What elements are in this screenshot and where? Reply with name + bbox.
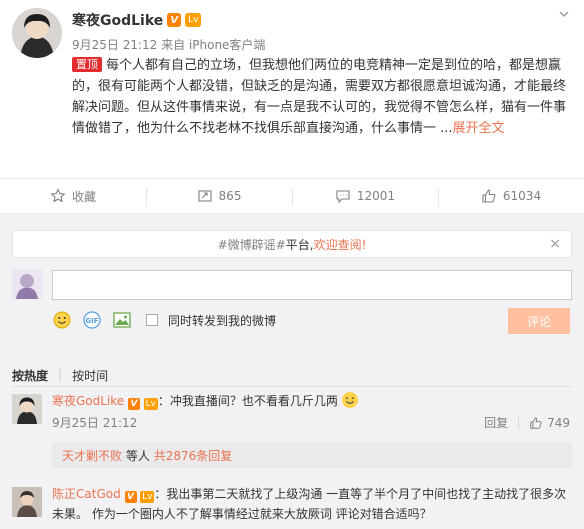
submit-comment-button[interactable]: 评论 [508, 308, 570, 334]
sort-by-time-tab[interactable]: 按时间 [72, 367, 108, 384]
my-avatar [12, 269, 42, 299]
comment-icon [336, 190, 350, 204]
favorite-label: 收藏 [71, 189, 96, 204]
level-badge: Lv [185, 13, 202, 27]
post-text: 置顶 每个人都有自己的立场，但我想他们两位的电竞精神一定是到位的哈，都是想赢的，很… [72, 55, 572, 139]
comment-sort: 按热度 | 按时间 [12, 367, 108, 384]
like-button[interactable]: 61034 [438, 179, 584, 213]
repost-icon [197, 190, 212, 202]
thumbs-up-icon [530, 416, 542, 429]
reply-count-link[interactable]: 共2876条回复 [154, 447, 233, 464]
pinned-tag: 置顶 [72, 57, 102, 72]
like-count: 61034 [502, 189, 542, 203]
reply-preview[interactable]: 天才剿不败 等人 共2876条回复 [52, 442, 572, 468]
star-icon [50, 188, 66, 203]
comment-button[interactable]: 12001 [292, 179, 438, 213]
emoji-icon[interactable] [52, 310, 72, 330]
verified-badge: V [167, 13, 182, 27]
smile-emoji-icon [341, 392, 358, 408]
verified-badge: V [128, 398, 141, 410]
action-separator [518, 416, 520, 429]
sort-by-hot-tab[interactable]: 按热度 [12, 367, 48, 384]
post-meta: 9月25日 21:12 来自 iPhone客户端 [72, 38, 266, 52]
author-row: 寒夜GodLike V Lv [72, 10, 202, 30]
thumbs-up-icon [482, 189, 496, 203]
rumor-notice: #微博辟谣# 平台, 欢迎查阅! × [12, 230, 572, 258]
reply-button[interactable]: 回复 [484, 414, 508, 431]
author-avatar[interactable] [12, 8, 62, 58]
pin-label: 置顶 [76, 58, 98, 71]
favorite-button[interactable]: 收藏 [0, 179, 146, 213]
also-repost-label: 同时转发到我的微博 [168, 313, 277, 328]
sort-separator: | [58, 367, 63, 381]
notice-tag-topic[interactable]: #微博辟谣# [218, 236, 286, 253]
comment-actions: 回复 749 [484, 414, 570, 431]
image-icon[interactable] [112, 310, 132, 330]
also-repost-checkbox[interactable] [146, 314, 158, 326]
commenter-name[interactable]: 寒夜GodLike [52, 394, 124, 408]
comment-text: ：冲我直播间？也不看看几斤几两 [157, 394, 338, 408]
comment-avatar[interactable] [12, 394, 42, 424]
reply-preview-text: 等人 [125, 448, 150, 463]
weibo-post: 寒夜GodLike V Lv 9月25日 21:12 来自 iPhone客户端 … [0, 0, 584, 178]
chevron-down-icon[interactable] [558, 8, 570, 23]
comment-date: 9月25日 21:12 [52, 416, 138, 430]
notice-tag-platform: 平台, [285, 237, 314, 252]
author-name[interactable]: 寒夜GodLike [72, 10, 163, 30]
comment-like-button[interactable]: 749 [529, 416, 570, 430]
level-badge: Lv [140, 491, 155, 503]
post-action-bar: 收藏 865 12001 61034 [0, 178, 584, 214]
comment-body: 陈正CatGod V Lv ：我出事第二天就找了上级沟通 一直等了半个月了中间也找… [52, 484, 572, 524]
repost-count: 865 [218, 189, 242, 203]
comment-input[interactable] [52, 270, 572, 300]
comment-body: 寒夜GodLike V Lv ：冲我直播间？也不看看几斤几两 [52, 391, 572, 411]
composer-tools: GIF 同时转发到我的微博 [52, 310, 276, 330]
commenter-name[interactable]: 陈正CatGod [52, 487, 121, 501]
comment-like-count: 749 [547, 415, 570, 430]
comment-avatar[interactable] [12, 487, 42, 517]
expand-full-text-link[interactable]: 展开全文 [453, 121, 505, 136]
level-badge: Lv [143, 398, 158, 410]
verified-badge: V [124, 491, 137, 503]
comments-section: #微博辟谣# 平台, 欢迎查阅! × GIF 同时转发到我的微博 评论 按热度 … [0, 214, 584, 529]
notice-link[interactable]: 欢迎查阅! [314, 236, 367, 253]
reply-preview-name[interactable]: 天才剿不败 [62, 447, 122, 464]
gif-icon[interactable]: GIF [82, 310, 102, 330]
sort-divider [12, 386, 572, 387]
svg-text:GIF: GIF [85, 317, 98, 325]
close-icon[interactable]: × [549, 236, 561, 252]
comment-count: 12001 [356, 189, 396, 203]
repost-button[interactable]: 865 [146, 179, 292, 213]
